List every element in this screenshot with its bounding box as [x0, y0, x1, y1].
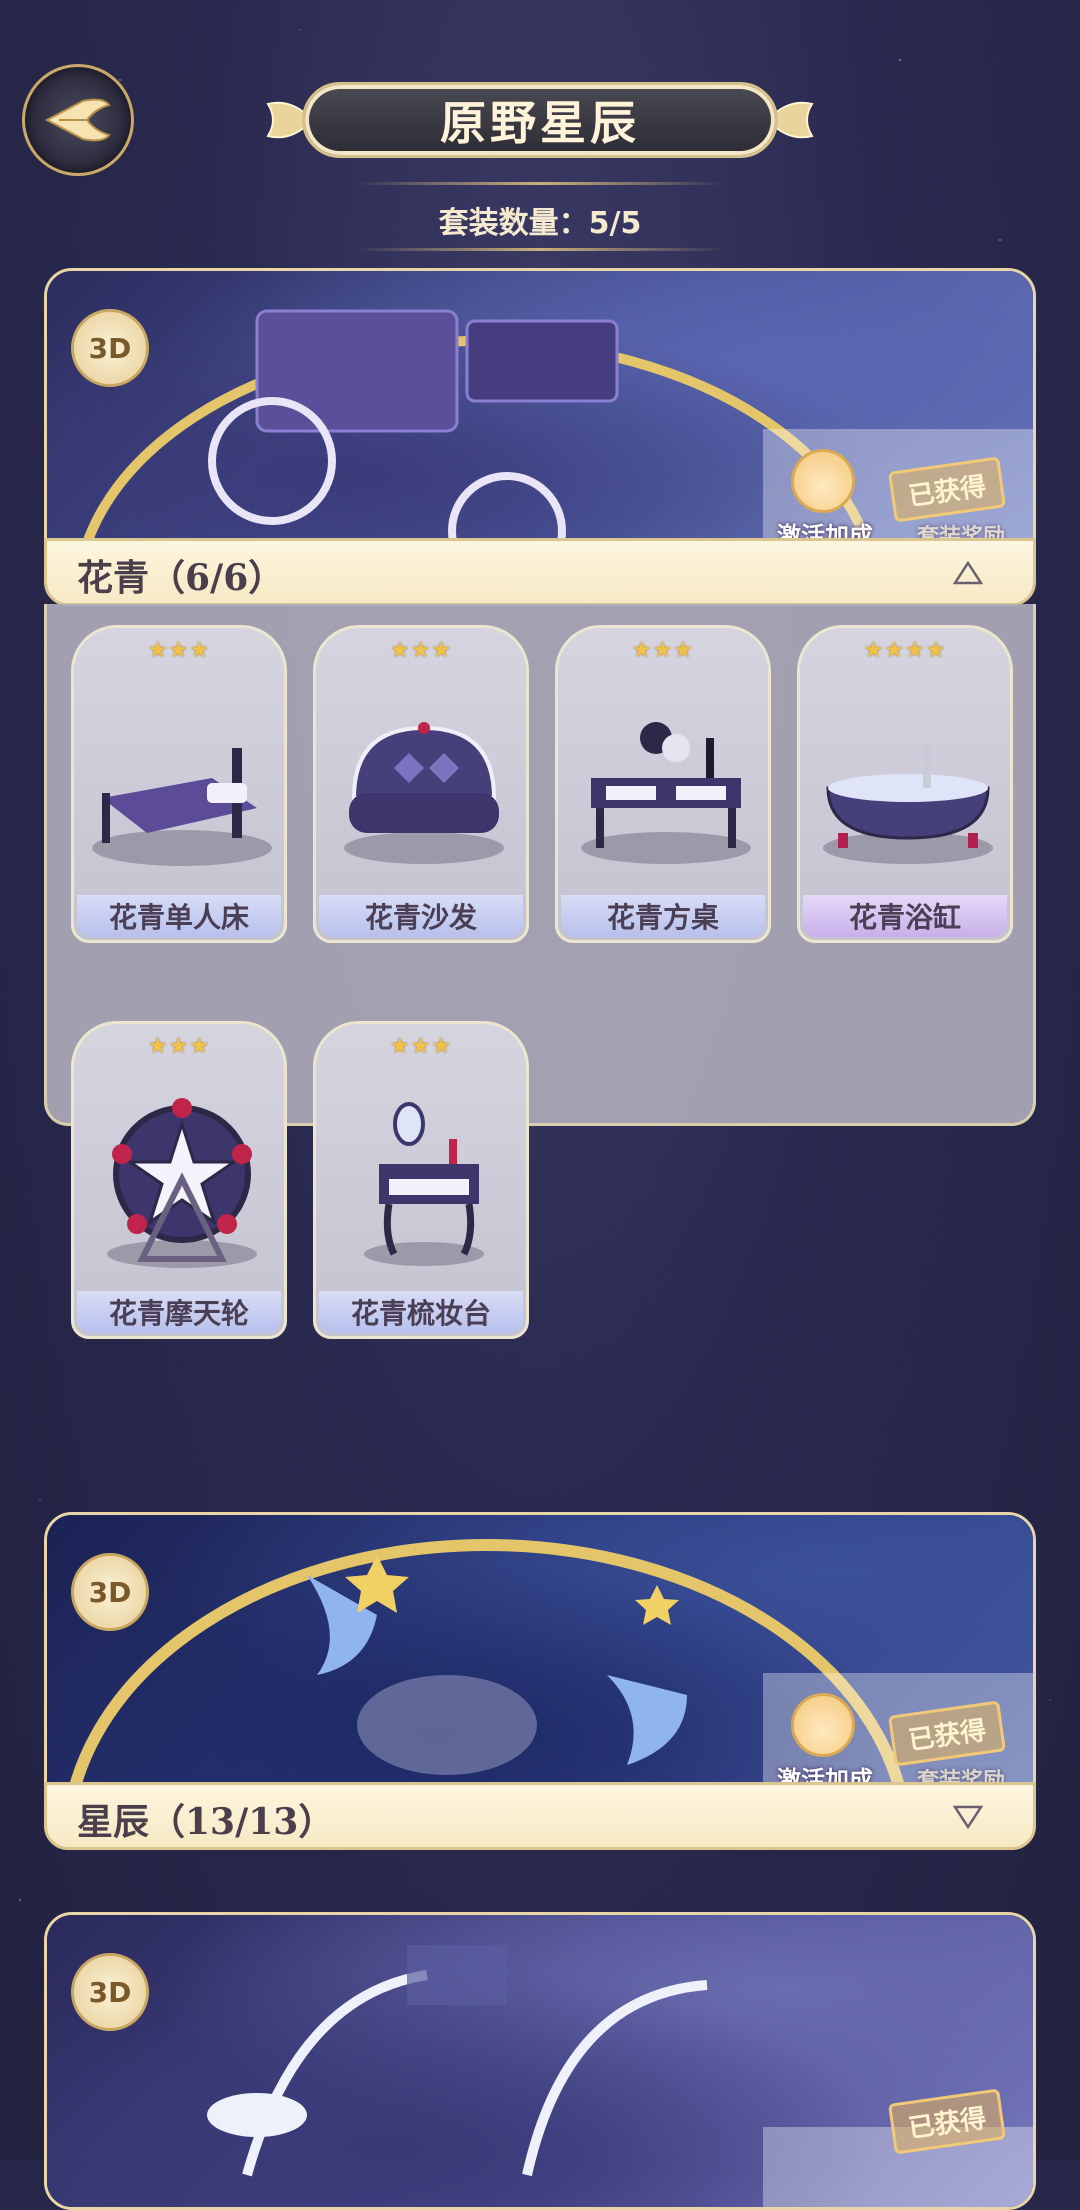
rarity-stars: ★★★ [389, 1034, 453, 1059]
rarity-stars: ★★★ [389, 638, 453, 663]
divider-top [355, 182, 725, 185]
item-name: 花青方桌 [561, 895, 765, 937]
badge-3d[interactable]: 3D [71, 1553, 149, 1631]
back-wing-icon [44, 98, 111, 142]
item-name: 花青摩天轮 [77, 1291, 281, 1333]
item-card[interactable]: ★★★ 花青方桌 [555, 603, 771, 943]
item-name: 花青沙发 [319, 895, 523, 937]
item-card[interactable]: ★★★ 花青沙发 [313, 603, 529, 943]
rarity-stars: ★★★ [147, 1034, 211, 1059]
square-table-image [581, 722, 751, 864]
set-name: 花青（6/6） [77, 557, 285, 599]
item-name: 花青单人床 [77, 895, 281, 937]
item-name: 花青梳妆台 [319, 1291, 523, 1333]
rarity-stars: ★★★★ [863, 638, 947, 663]
set-card-huaqing: 3D 激活加成 已获得 套装奖励 花青（6/6） ★★★ 花青单人床 [44, 268, 1036, 1339]
dressing-table-image [364, 1102, 484, 1266]
divider-bottom [355, 248, 725, 251]
set-banner[interactable]: 3D 激活加成 已获得 套装奖励 [44, 1512, 1036, 1810]
sofa-image [344, 722, 504, 864]
set-name-bar[interactable]: 花青（6/6） [44, 538, 1036, 606]
item-frame: ★★★ 花青摩天轮 [71, 1021, 287, 1339]
back-button[interactable] [22, 64, 134, 176]
badge-3d[interactable]: 3D [71, 1953, 149, 2031]
items-panel: ★★★ 花青单人床 ★★★ 花青沙发 ★★★ 花青方桌 ★★★★ 花青浴缸 ★★… [44, 603, 1036, 1339]
page-title: 原野星辰 [440, 96, 640, 150]
set-card-third: 3D 已获得 [44, 1912, 1036, 2210]
item-frame: ★★★★ 花青浴缸 [797, 625, 1013, 943]
item-frame: ★★★ 花青梳妆台 [313, 1021, 529, 1339]
ferris-wheel-image [107, 1098, 257, 1268]
set-name-bar[interactable]: 星辰（13/13） [44, 1782, 1036, 1850]
triangle-down-icon[interactable] [953, 1805, 983, 1829]
set-banner[interactable]: 3D 激活加成 已获得 套装奖励 [44, 268, 1036, 566]
boost-avatar-icon [791, 1693, 855, 1757]
title-banner: 原野星辰 [262, 78, 818, 162]
item-frame: ★★★ 花青单人床 [71, 625, 287, 943]
set-count: 套装数量：5/5 [438, 206, 642, 241]
badge-3d[interactable]: 3D [71, 309, 149, 387]
set-card-xingchen: 3D 激活加成 已获得 套装奖励 星辰（13/13） [44, 1512, 1036, 1852]
single-bed-image [92, 748, 272, 866]
bathtub-image [823, 743, 993, 864]
item-card[interactable]: ★★★ 花青摩天轮 [71, 999, 287, 1339]
set-name: 星辰（13/13） [77, 1801, 335, 1843]
item-card[interactable]: ★★★★ 花青浴缸 [797, 603, 1013, 943]
boost-avatar-icon [791, 449, 855, 513]
item-name: 花青浴缸 [803, 895, 1007, 937]
triangle-up-icon[interactable] [953, 561, 983, 585]
item-frame: ★★★ 花青沙发 [313, 625, 529, 943]
item-card[interactable]: ★★★ 花青梳妆台 [313, 999, 529, 1339]
rarity-stars: ★★★ [147, 638, 211, 663]
item-card[interactable]: ★★★ 花青单人床 [71, 603, 287, 943]
rarity-stars: ★★★ [631, 638, 695, 663]
item-frame: ★★★ 花青方桌 [555, 625, 771, 943]
set-banner[interactable]: 3D 已获得 [44, 1912, 1036, 2210]
